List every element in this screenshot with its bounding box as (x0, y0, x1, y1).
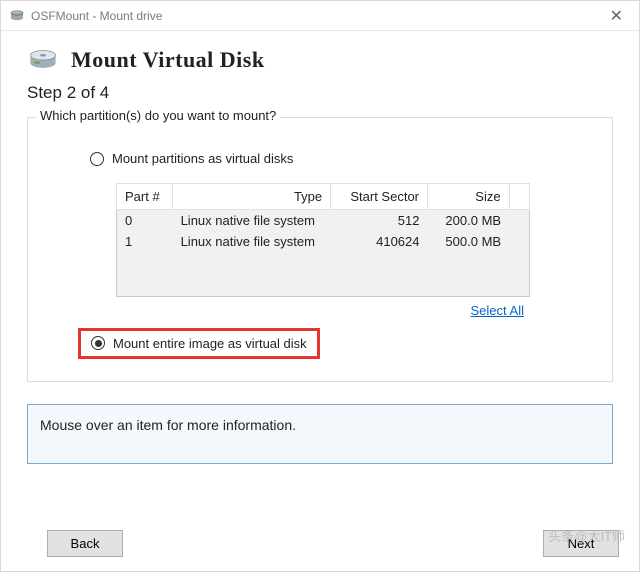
group-legend: Which partition(s) do you want to mount? (36, 108, 280, 123)
cell: Linux native file system (173, 210, 331, 232)
window-title: OSFMount - Mount drive (31, 9, 162, 23)
radio-icon (91, 336, 105, 350)
cell: 512 (331, 210, 428, 232)
radio-mount-entire[interactable]: Mount entire image as virtual disk (78, 328, 320, 359)
cell: 200.0 MB (428, 210, 510, 232)
select-all-link[interactable]: Select All (471, 303, 524, 318)
content: Mount Virtual Disk Step 2 of 4 Which par… (1, 31, 639, 464)
table-row[interactable]: 1 Linux native file system 410624 500.0 … (117, 231, 530, 252)
button-row: Back Next (47, 530, 619, 557)
cell: 1 (117, 231, 173, 252)
table-header-row: Part # Type Start Sector Size (117, 184, 530, 210)
table-empty-space (117, 252, 530, 296)
step-label: Step 2 of 4 (27, 83, 613, 103)
col-size[interactable]: Size (428, 184, 510, 210)
col-part[interactable]: Part # (117, 184, 173, 210)
partition-group: Which partition(s) do you want to mount?… (27, 117, 613, 382)
app-icon (9, 8, 25, 24)
cell: 410624 (331, 231, 428, 252)
cell: 0 (117, 210, 173, 232)
radio-icon (90, 152, 104, 166)
col-type[interactable]: Type (173, 184, 331, 210)
partition-table: Part # Type Start Sector Size 0 Linux na… (116, 183, 588, 297)
cell: 500.0 MB (428, 231, 510, 252)
table-row[interactable]: 0 Linux native file system 512 200.0 MB (117, 210, 530, 232)
close-button[interactable]: ✕ (598, 2, 635, 30)
col-spacer (509, 184, 529, 210)
titlebar: OSFMount - Mount drive ✕ (1, 1, 639, 31)
radio-label: Mount partitions as virtual disks (112, 151, 293, 166)
radio-label: Mount entire image as virtual disk (113, 336, 307, 351)
radio-mount-partitions[interactable]: Mount partitions as virtual disks (90, 148, 588, 169)
info-box: Mouse over an item for more information. (27, 404, 613, 464)
cell: Linux native file system (173, 231, 331, 252)
disk-icon (27, 49, 59, 71)
col-start[interactable]: Start Sector (331, 184, 428, 210)
back-button[interactable]: Back (47, 530, 123, 557)
info-text: Mouse over an item for more information. (40, 417, 296, 433)
app-title: Mount Virtual Disk (71, 47, 265, 73)
next-button[interactable]: Next (543, 530, 619, 557)
